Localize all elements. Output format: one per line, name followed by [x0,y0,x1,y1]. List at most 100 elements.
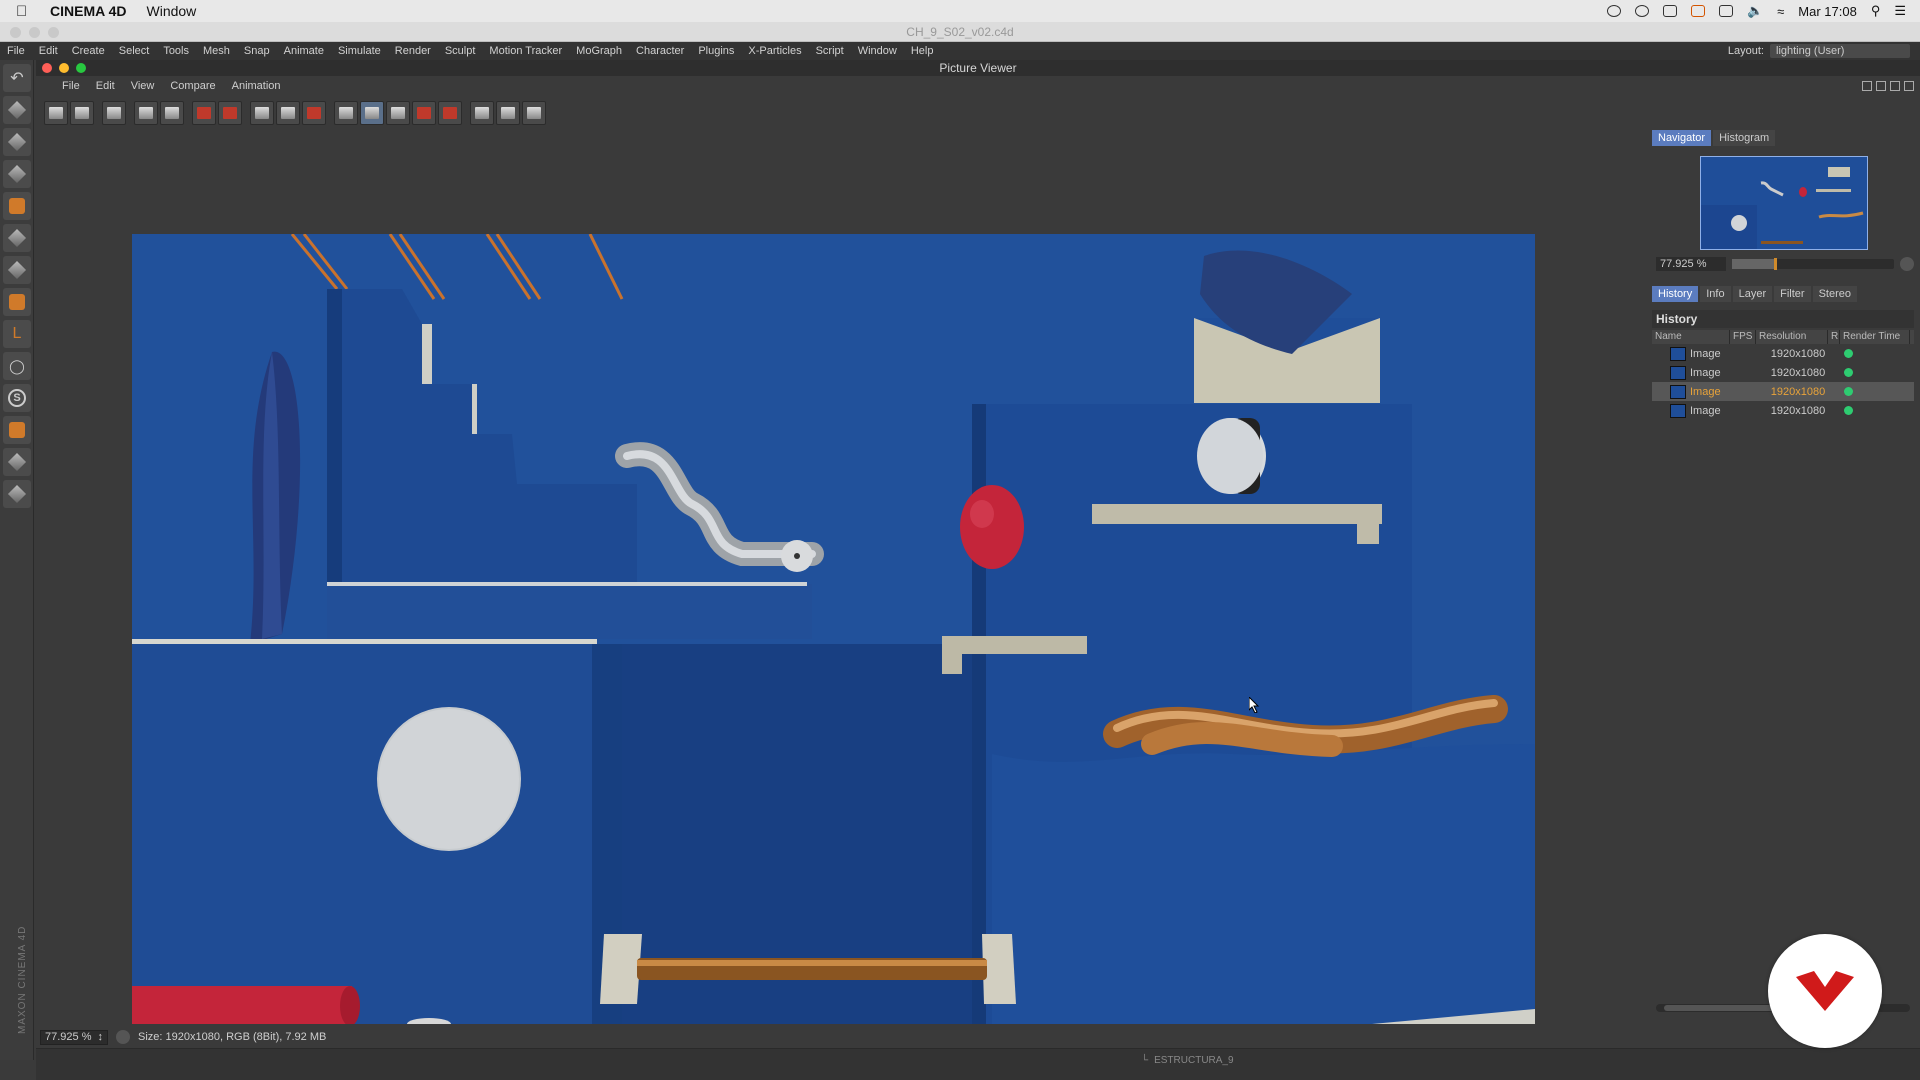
col-resolution[interactable]: Resolution [1756,330,1828,344]
points-mode-button[interactable] [3,224,31,252]
history-row-selected[interactable]: Image 1920x1080 [1652,382,1914,401]
pv-menu-edit[interactable]: Edit [88,80,123,92]
navigator-zoom-slider[interactable] [1732,258,1894,270]
render-pv-button[interactable] [160,101,184,125]
col-render-time[interactable]: Render Time [1840,330,1910,344]
delete-render-button[interactable] [218,101,242,125]
minimize-window-icon[interactable] [29,27,40,38]
stereo-left-button[interactable] [470,101,494,125]
model-mode-button[interactable] [3,128,31,156]
navigator-thumbnail[interactable] [1700,156,1868,250]
scrollbar-thumb[interactable] [1664,1005,1774,1011]
menu-animate[interactable]: Animate [277,45,331,57]
object-row[interactable]: └ ESTRUCTURA_9 [1141,1055,1234,1066]
open-button[interactable] [44,101,68,125]
compare-a-button[interactable] [250,101,274,125]
wifi-icon[interactable]: ≈ [1777,4,1784,19]
workplane-button[interactable] [3,192,31,220]
apple-icon[interactable]:  [16,3,44,20]
pv-close-icon[interactable] [42,63,52,73]
texture-mode-button[interactable] [3,160,31,188]
show-ab-button[interactable] [334,101,358,125]
menu-render[interactable]: Render [388,45,438,57]
magnet-button[interactable] [3,416,31,444]
menu-tools[interactable]: Tools [156,45,196,57]
history-row[interactable]: Image 1920x1080 [1652,344,1914,363]
pv-minimize-icon[interactable] [59,63,69,73]
pv-menu-compare[interactable]: Compare [162,80,223,92]
set-b-button[interactable] [438,101,462,125]
tab-layer[interactable]: Layer [1732,286,1773,302]
menu-snap[interactable]: Snap [237,45,277,57]
record-icon[interactable] [1606,5,1621,17]
menu-motion-tracker[interactable]: Motion Tracker [482,45,569,57]
stop-render-button[interactable] [192,101,216,125]
app-menu-name[interactable]: CINEMA 4D [50,3,127,19]
set-a-button[interactable] [412,101,436,125]
menu-window[interactable]: Window [851,45,904,57]
edges-mode-button[interactable] [3,256,31,284]
tab-stereo[interactable]: Stereo [1812,286,1857,302]
menu-mesh[interactable]: Mesh [196,45,237,57]
save-button[interactable] [70,101,94,125]
creative-cloud-icon[interactable] [1634,5,1649,17]
col-name[interactable]: Name [1652,330,1730,344]
render-canvas-area[interactable] [36,130,1636,1065]
pv-zoom-icon[interactable] [76,63,86,73]
history-row[interactable]: Image 1920x1080 [1652,401,1914,420]
menu-plugins[interactable]: Plugins [691,45,741,57]
app-icon[interactable] [1690,5,1705,17]
panel-split-icon[interactable] [1876,81,1886,91]
menubar-clock[interactable]: Mar 17:08 [1798,4,1857,19]
split-view-button[interactable] [360,101,384,125]
panel-layout-icon[interactable] [1862,81,1872,91]
tweak-button[interactable]: ◯ [3,352,31,380]
stereo-right-button[interactable] [496,101,520,125]
zoom-slider-handle[interactable] [1774,258,1778,270]
render-region-button[interactable] [102,101,126,125]
compare-swap-button[interactable] [302,101,326,125]
viewport-solo-button[interactable] [3,96,31,124]
menu-select[interactable]: Select [112,45,157,57]
history-row[interactable]: Image 1920x1080 [1652,363,1914,382]
display-icon[interactable] [1718,5,1733,17]
close-window-icon[interactable] [10,27,21,38]
tab-history[interactable]: History [1652,286,1699,302]
menu-create[interactable]: Create [65,45,112,57]
grid-button[interactable] [3,480,31,508]
mac-menu-window[interactable]: Window [147,3,197,19]
layout-dropdown[interactable]: lighting (User) [1770,44,1910,58]
tab-filter[interactable]: Filter [1774,286,1811,302]
axis-button[interactable]: L [3,320,31,348]
notification-center-icon[interactable]: ☰ [1894,3,1906,19]
lock-workplane-button[interactable] [3,448,31,476]
menu-file[interactable]: File [0,45,32,57]
text-overlay-button[interactable] [386,101,410,125]
dropbox-icon[interactable] [1662,5,1677,17]
col-fps[interactable]: FPS [1730,330,1756,344]
status-zoom-field[interactable]: 77.925 % ↕ [40,1029,108,1045]
col-r[interactable]: R [1828,330,1840,344]
navigator-zoom-menu-button[interactable] [1900,257,1914,271]
menu-simulate[interactable]: Simulate [331,45,388,57]
menu-script[interactable]: Script [809,45,851,57]
menu-character[interactable]: Character [629,45,691,57]
tab-info[interactable]: Info [1700,286,1731,302]
menu-edit[interactable]: Edit [32,45,65,57]
menu-mograph[interactable]: MoGraph [569,45,629,57]
menu-help[interactable]: Help [904,45,941,57]
snap-button[interactable]: S [3,384,31,412]
pv-menu-animation[interactable]: Animation [224,80,289,92]
panel-move-icon[interactable] [1890,81,1900,91]
menu-x-particles[interactable]: X-Particles [741,45,808,57]
zoom-window-icon[interactable] [48,27,59,38]
polygons-mode-button[interactable] [3,288,31,316]
render-view-button[interactable] [134,101,158,125]
pv-menu-file[interactable]: File [54,80,88,92]
volume-icon[interactable]: 🔈 [1747,3,1763,19]
pv-menu-view[interactable]: View [123,80,163,92]
zoom-menu-button[interactable] [116,1030,130,1044]
stereo-both-button[interactable] [522,101,546,125]
panel-expand-icon[interactable] [1904,81,1914,91]
undo-button[interactable]: ↶ [3,64,31,92]
